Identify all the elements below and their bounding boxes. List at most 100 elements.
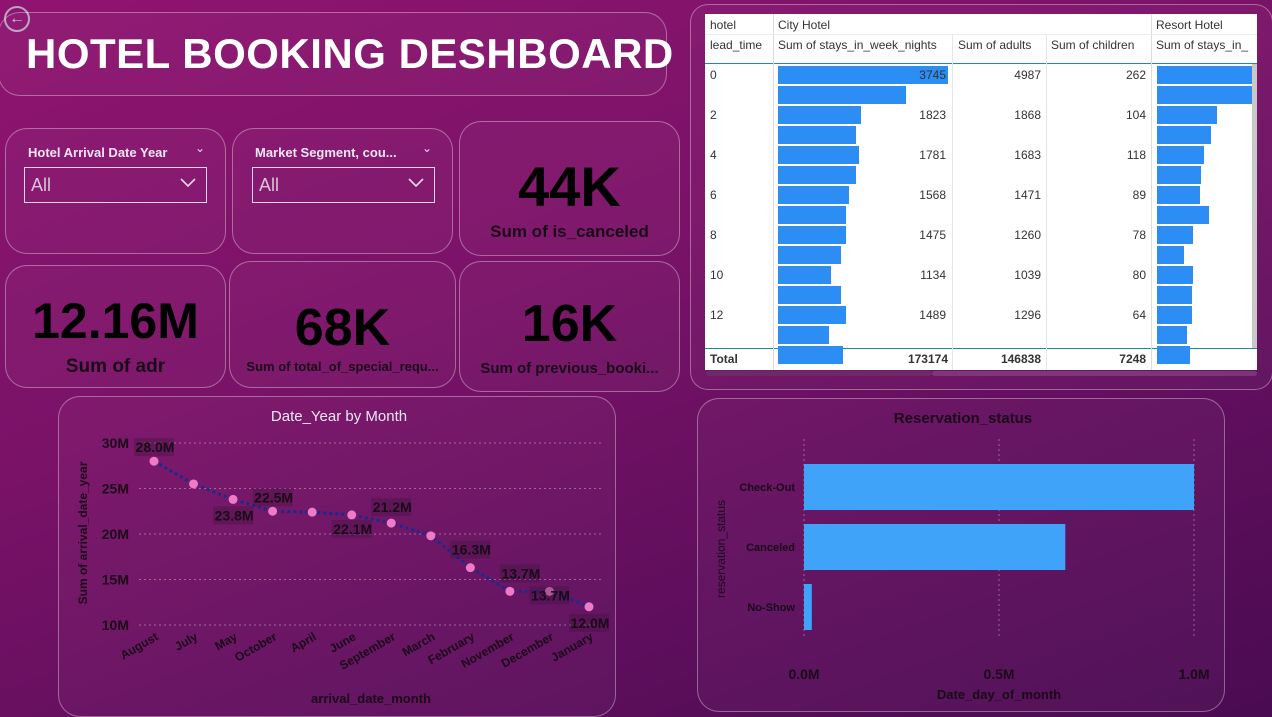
chevron-down-icon[interactable]: ⌄	[195, 141, 205, 155]
table-total-stays: 173174	[907, 352, 948, 366]
data-label: 13.7M	[501, 565, 540, 581]
data-point[interactable]	[505, 586, 515, 596]
data-point[interactable]	[584, 602, 594, 612]
dropdown-arrow-icon	[408, 178, 424, 188]
table-databar-resort	[1157, 286, 1192, 304]
table-col-adults: Sum of adults	[958, 38, 1032, 52]
table-cell-adults: 1471	[1014, 188, 1041, 202]
table-databar	[778, 106, 861, 124]
vertical-scrollbar[interactable]	[1252, 64, 1257, 348]
line-chart-ylabel: Sum of arrival_date_year	[76, 461, 90, 604]
horizontal-scrollbar[interactable]	[706, 371, 932, 376]
x-tick-label: July	[172, 629, 200, 653]
kpi-adr-card: 12.16M Sum of adr	[5, 265, 226, 388]
table-databar-resort	[1157, 346, 1190, 364]
bar-chart-xlabel: Date_day_of_month	[937, 687, 1061, 702]
y-tick-label: 10M	[102, 617, 129, 633]
table-cell-stays: 3745	[919, 68, 946, 82]
slicer-year-dropdown[interactable]: All	[24, 167, 207, 203]
bar-chart-panel: Reservation_status reservation_status Da…	[697, 398, 1225, 712]
slicer-year-card: Hotel Arrival Date Year ⌄ All	[5, 128, 226, 254]
table-header-hotel: hotel	[710, 18, 737, 32]
data-label: 21.2M	[373, 499, 412, 515]
kpi-previous-label: Sum of previous_booki...	[480, 360, 659, 377]
table-databar-resort	[1157, 166, 1201, 184]
table-cell-children: 64	[1132, 308, 1146, 322]
kpi-special-label: Sum of total_of_special_requ...	[246, 359, 439, 374]
data-label: 13.7M	[531, 587, 570, 603]
table-databar	[778, 346, 843, 364]
table-databar	[778, 146, 859, 164]
table-databar-resort	[1157, 186, 1200, 204]
data-point[interactable]	[386, 518, 396, 528]
slicer-segment-value: All	[259, 174, 280, 195]
table-divider	[1046, 34, 1047, 370]
table-databar-resort	[1157, 226, 1193, 244]
data-point[interactable]	[268, 506, 278, 516]
x-tick-label: April	[288, 629, 319, 655]
bar-check-out[interactable]	[804, 464, 1194, 510]
table-databar-resort	[1157, 326, 1187, 344]
table-cell-children: 89	[1132, 188, 1146, 202]
table-cell-lead: 8	[710, 228, 717, 242]
table-cell-lead: 10	[710, 268, 724, 282]
table-databar-resort	[1157, 306, 1192, 324]
table-databar-resort	[1157, 106, 1217, 124]
data-label: 23.8M	[215, 507, 254, 523]
table-cell-children: 118	[1126, 148, 1146, 162]
table-databar	[778, 246, 841, 264]
data-label: 22.1M	[333, 521, 372, 537]
data-point[interactable]	[307, 507, 317, 517]
table-cell-lead: 0	[710, 68, 717, 82]
table-header-city-hotel: City Hotel	[778, 18, 831, 32]
table-cell-children: 80	[1132, 268, 1146, 282]
data-label: 16.3M	[452, 542, 491, 558]
data-point[interactable]	[228, 494, 238, 504]
table-databar-resort	[1157, 246, 1184, 264]
table-cell-stays: 1134	[920, 268, 946, 282]
data-point[interactable]	[189, 479, 199, 489]
table-cell-adults: 1683	[1014, 148, 1041, 162]
slicer-year-label: Hotel Arrival Date Year	[28, 145, 168, 160]
chevron-down-icon[interactable]: ⌄	[422, 141, 432, 155]
table-divider	[705, 34, 1257, 35]
y-tick-label: 25M	[102, 481, 129, 497]
table-cell-adults: 1296	[1014, 308, 1041, 322]
table-databar	[778, 306, 846, 324]
data-point[interactable]	[426, 531, 436, 541]
table-cell-lead: 12	[710, 308, 724, 322]
table-cell-adults: 1868	[1014, 108, 1041, 122]
table-cell-adults: 1260	[1014, 228, 1041, 242]
table-cell-stays: 1489	[919, 308, 946, 322]
bar-canceled[interactable]	[804, 524, 1066, 570]
kpi-previous-card: 16K Sum of previous_booki...	[459, 261, 680, 392]
table-cell-lead: 4	[710, 148, 717, 162]
table-databar-resort	[1157, 66, 1253, 84]
table-total-label: Total	[710, 352, 738, 366]
slicer-segment-dropdown[interactable]: All	[252, 167, 435, 203]
table-cell-stays: 1475	[919, 228, 946, 242]
x-tick-label: 0.5M	[983, 666, 1014, 682]
slicer-segment-label: Market Segment, cou...	[255, 145, 397, 160]
table-databar	[778, 286, 841, 304]
data-point[interactable]	[347, 510, 357, 520]
data-point[interactable]	[149, 456, 159, 466]
table-cell-children: 104	[1125, 108, 1146, 122]
horizontal-scrollbar-track	[932, 371, 1257, 376]
table-databar	[778, 86, 906, 104]
table-header-lead-time: lead_time	[710, 38, 763, 52]
table-databar-resort	[1157, 126, 1211, 144]
x-tick-label: 1.0M	[1178, 666, 1209, 682]
line-chart-title: Date_Year by Month	[271, 408, 407, 425]
table-cell-children: 262	[1125, 68, 1146, 82]
table-databar	[778, 186, 849, 204]
table-databar	[778, 166, 856, 184]
table-total-children: 7248	[1119, 352, 1146, 366]
table-databar-resort	[1157, 86, 1253, 104]
table-col-children: Sum of children	[1051, 38, 1135, 52]
bar-no-show[interactable]	[804, 584, 812, 630]
data-point[interactable]	[465, 563, 475, 573]
horizontal-scrollbar-track	[705, 369, 1257, 370]
matrix-table: hotel City Hotel Resort Hotel lead_time …	[705, 14, 1257, 370]
table-databar-resort	[1157, 266, 1193, 284]
